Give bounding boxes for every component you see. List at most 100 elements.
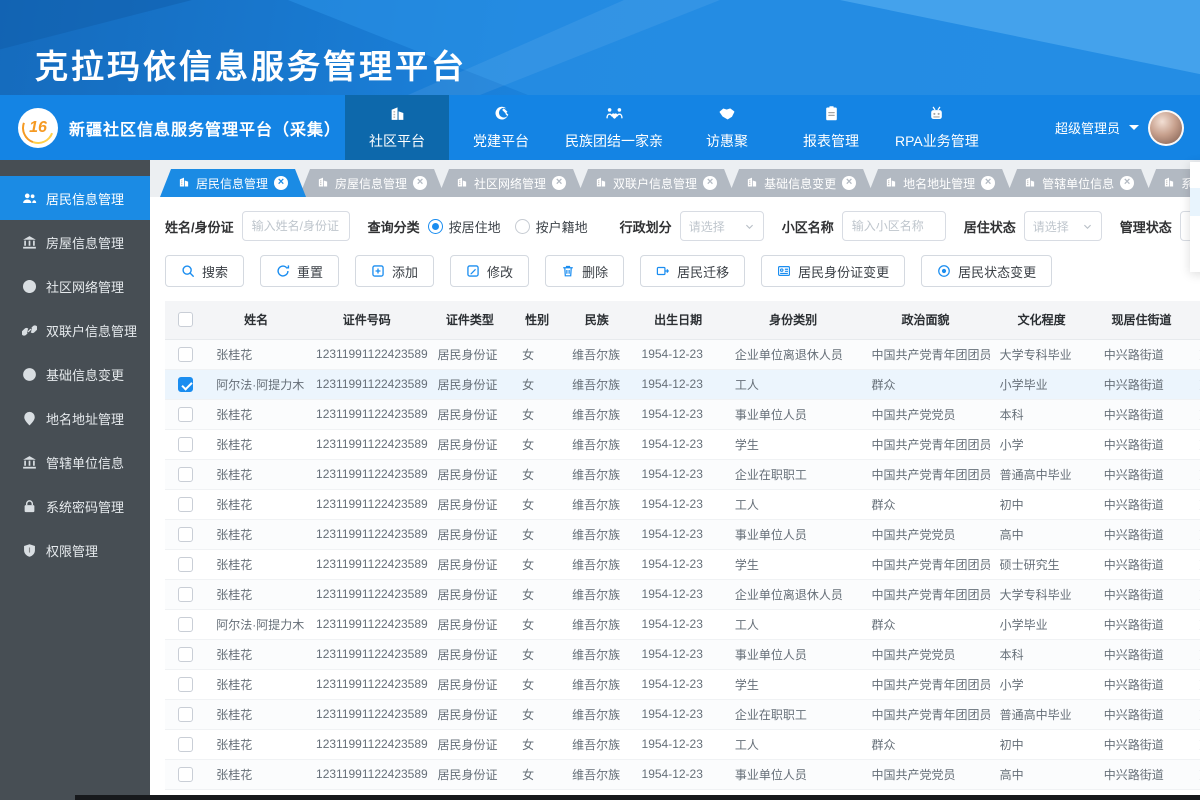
tab[interactable]: 社区网络管理 × xyxy=(438,169,584,197)
action-button[interactable]: 删除 xyxy=(545,255,625,287)
row-checkbox[interactable] xyxy=(178,736,194,752)
tab-menu-toggle[interactable] xyxy=(1190,162,1200,188)
row-checkbox[interactable] xyxy=(178,346,194,362)
sidebar-item[interactable]: 管辖单位信息 xyxy=(0,440,150,484)
cell-birth: 1954-12-23 xyxy=(631,669,725,700)
tab[interactable]: 居民信息管理 × xyxy=(160,169,306,197)
migrate-icon xyxy=(656,264,670,278)
cell-id-number: 12311991122423589 xyxy=(306,579,428,610)
select-all-checkbox[interactable] xyxy=(178,312,194,328)
tab[interactable]: 房屋信息管理 × xyxy=(299,169,445,197)
table-row[interactable]: 张桂花 12311991122423589 居民身份证 女 维吾尔族 1954-… xyxy=(165,759,1200,790)
cell-community: 芙蓉社区居委会 xyxy=(1189,729,1200,760)
sidebar-item[interactable]: 系统密码管理 xyxy=(0,484,150,528)
table-row[interactable]: 张桂花 12311991122423589 居民身份证 女 维吾尔族 1954-… xyxy=(165,429,1200,460)
tab[interactable]: 基础信息变更 × xyxy=(728,169,874,197)
cell-politics: 中国共产党党员 xyxy=(861,639,990,670)
cell-name: 张桂花 xyxy=(206,519,307,550)
action-button[interactable]: 重置 xyxy=(260,255,340,287)
row-checkbox[interactable] xyxy=(178,466,194,482)
table-row[interactable]: 阿尔法·阿提力木 12311991122423589 居民身份证 女 维吾尔族 … xyxy=(165,609,1200,640)
table-row[interactable]: 张桂花 12311991122423589 居民身份证 女 维吾尔族 1954-… xyxy=(165,549,1200,580)
sidebar-item-label: 基础信息变更 xyxy=(46,367,125,383)
tab-menu-item[interactable]: 关闭标签 xyxy=(1189,188,1200,216)
table-row[interactable]: 张桂花 12311991122423589 居民身份证 女 维吾尔族 1954-… xyxy=(165,669,1200,700)
row-checkbox[interactable] xyxy=(178,526,194,542)
cell-cert-type: 居民身份证 xyxy=(427,579,513,610)
sidebar-item[interactable]: 基础信息变更 xyxy=(0,352,150,396)
close-icon[interactable]: × xyxy=(1120,176,1134,190)
close-icon[interactable]: × xyxy=(842,176,856,190)
cell-birth: 1954-12-23 xyxy=(631,519,725,550)
tab[interactable]: 双联户信息管理 × xyxy=(577,169,735,197)
nav-item[interactable]: 民族团结一家亲 xyxy=(553,95,675,160)
row-checkbox[interactable] xyxy=(178,496,194,512)
table-row[interactable]: 张桂花 12311991122423589 居民身份证 女 维吾尔族 1954-… xyxy=(165,519,1200,550)
close-icon[interactable]: × xyxy=(413,176,427,190)
avatar[interactable] xyxy=(1148,109,1184,146)
close-icon[interactable]: × xyxy=(552,176,566,190)
table-row[interactable]: 张桂花 12311991122423589 居民身份证 女 维吾尔族 1954-… xyxy=(165,399,1200,430)
radio-by-residence[interactable]: 按居住地 xyxy=(427,217,501,236)
table-row[interactable]: 阿尔法·阿提力木 12311991122423589 居民身份证 女 维吾尔族 … xyxy=(165,369,1200,400)
district-select[interactable]: 请选择 xyxy=(679,211,764,241)
residence-status-select[interactable]: 请选择 xyxy=(1023,211,1102,241)
cell-gender: 女 xyxy=(512,609,563,640)
cell-category: 工人 xyxy=(724,369,862,400)
user-menu[interactable]: 超级管理员 xyxy=(1055,95,1200,160)
action-button[interactable]: 添加 xyxy=(355,255,435,287)
radio-by-household[interactable]: 按户籍地 xyxy=(514,217,588,236)
community-filter-input[interactable] xyxy=(841,211,946,241)
row-checkbox[interactable] xyxy=(178,766,194,782)
row-checkbox[interactable] xyxy=(178,406,194,422)
sidebar-item-label: 社区网络管理 xyxy=(46,279,125,295)
table-row[interactable]: 张桂花 12311991122423589 居民身份证 女 维吾尔族 1954-… xyxy=(165,489,1200,520)
row-checkbox[interactable] xyxy=(178,646,194,662)
close-icon[interactable]: × xyxy=(981,176,995,190)
row-checkbox[interactable] xyxy=(178,556,194,572)
sidebar-item[interactable]: 社区网络管理 xyxy=(0,264,150,308)
tab-menu-item[interactable]: 关闭全部标签 xyxy=(1190,216,1200,244)
table-row[interactable]: 张桂花 12311991122423589 居民身份证 女 维吾尔族 1954-… xyxy=(165,339,1200,370)
row-checkbox[interactable] xyxy=(178,676,194,692)
name-filter-input[interactable] xyxy=(241,211,350,241)
nav-item[interactable]: RPA业务管理 xyxy=(883,95,991,160)
row-checkbox[interactable] xyxy=(178,616,194,632)
nav-item[interactable]: 访惠聚 xyxy=(675,95,779,160)
row-checkbox[interactable] xyxy=(178,436,194,452)
close-icon[interactable]: × xyxy=(274,176,288,190)
row-checkbox[interactable] xyxy=(178,586,194,602)
table-row[interactable]: 张桂花 12311991122423589 居民身份证 女 维吾尔族 1954-… xyxy=(165,729,1200,760)
sidebar-item[interactable]: 房屋信息管理 xyxy=(0,220,150,264)
sidebar-item[interactable]: 双联户信息管理 xyxy=(0,308,150,352)
tab[interactable]: 地名地址管理 × xyxy=(867,169,1013,197)
table-row[interactable]: 张桂花 12311991122423589 居民身份证 女 维吾尔族 1954-… xyxy=(165,639,1200,670)
table-row[interactable]: 张桂花 12311991122423589 居民身份证 女 维吾尔族 1954-… xyxy=(165,699,1200,730)
cell-id-number: 12311991122423589 xyxy=(306,519,428,550)
close-icon[interactable]: × xyxy=(703,176,717,190)
sidebar-item[interactable]: 居民信息管理 xyxy=(0,176,150,220)
action-button[interactable]: 居民迁移 xyxy=(640,255,746,287)
table-row[interactable]: 张桂花 12311991122423589 居民身份证 女 维吾尔族 1954-… xyxy=(165,579,1200,610)
cell-politics: 中国共产党青年团团员 xyxy=(861,339,990,370)
action-button[interactable]: 搜索 xyxy=(165,255,245,287)
tab[interactable]: 管辖单位信息 × xyxy=(1006,169,1152,197)
button-label: 居民状态变更 xyxy=(958,264,1037,280)
tab-menu-item[interactable]: 关闭其他标签 xyxy=(1190,244,1200,272)
row-checkbox[interactable] xyxy=(178,706,194,722)
sidebar-item[interactable]: 权限管理 xyxy=(0,528,150,572)
nav-item[interactable]: 社区平台 xyxy=(345,95,449,160)
cell-cert-type: 居民身份证 xyxy=(427,429,513,460)
sidebar-item[interactable]: 地名地址管理 xyxy=(0,396,150,440)
action-button[interactable]: 居民状态变更 xyxy=(921,255,1053,287)
nav-item[interactable]: 党建平台 xyxy=(449,95,553,160)
cell-education: 大学专科毕业 xyxy=(989,579,1094,610)
cell-name: 张桂花 xyxy=(206,759,307,790)
nav-item[interactable]: 报表管理 xyxy=(779,95,883,160)
cell-street: 中兴路街道 xyxy=(1093,669,1190,700)
cell-category: 工人 xyxy=(724,489,862,520)
table-row[interactable]: 张桂花 12311991122423589 居民身份证 女 维吾尔族 1954-… xyxy=(165,459,1200,490)
row-checkbox[interactable] xyxy=(178,376,194,392)
action-button[interactable]: 修改 xyxy=(450,255,530,287)
action-button[interactable]: 居民身份证变更 xyxy=(761,255,906,287)
